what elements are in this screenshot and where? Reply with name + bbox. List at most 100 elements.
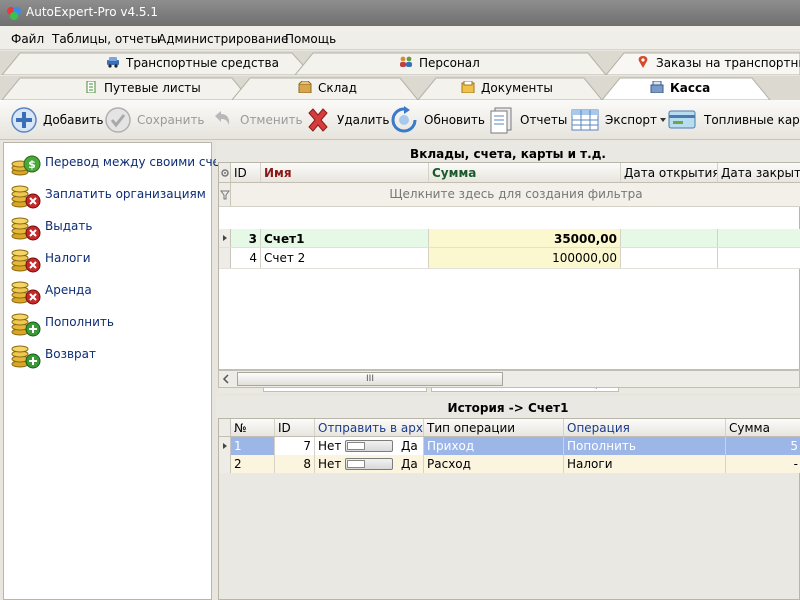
col-sum[interactable]: Сумма	[429, 163, 621, 182]
refresh-button[interactable]: Обновить	[389, 106, 485, 134]
reports-button[interactable]: Отчеты	[487, 106, 567, 134]
row-indicator	[219, 437, 231, 455]
refresh-label: Обновить	[424, 113, 485, 127]
checkmark-icon	[105, 107, 131, 133]
export-button[interactable]: Экспорт	[570, 106, 672, 134]
toggle-yes-label: Да	[401, 439, 418, 453]
tab-row-top: Транспортные средства Персонал Заказы на…	[0, 51, 800, 75]
tab-waybills[interactable]: Путевые листы	[84, 81, 201, 95]
menu-file[interactable]: Файл	[11, 32, 44, 46]
archive-toggle-cell[interactable]: Нет Да	[315, 455, 424, 473]
menu-help[interactable]: Помощь	[285, 32, 336, 46]
reports-icon	[490, 107, 512, 134]
tab-label: Касса	[670, 81, 711, 95]
sidebar-item-label: Выдать	[45, 219, 93, 233]
main-panel: Вклады, счета, карты и т.д. ID Имя Сумма…	[216, 140, 800, 600]
cell-name: Счет 2	[261, 248, 429, 268]
col-archive[interactable]: Отправить в архив	[315, 419, 424, 436]
menu-tables-reports[interactable]: Таблицы, отчеты	[52, 32, 160, 46]
cancel-button[interactable]: Отменить	[207, 106, 303, 134]
box-icon	[298, 81, 312, 93]
save-button[interactable]: Сохранить	[104, 106, 205, 134]
table-row[interactable]: 3 Счет1 35000,00	[219, 229, 800, 248]
col-open-date[interactable]: Дата открытия	[621, 163, 718, 182]
filter-row[interactable]: Щелкните здесь для создания фильтра	[219, 183, 800, 207]
tab-warehouse[interactable]: Склад	[298, 81, 357, 95]
sidebar-item-pay-organizations[interactable]: Заплатить организациям	[10, 178, 210, 209]
cell-sum: 35000,00	[429, 229, 621, 247]
tab-personnel[interactable]: Персонал	[399, 56, 480, 70]
title-bar: AutoExpert-Pro v4.5.1	[0, 0, 800, 26]
car-icon	[107, 57, 119, 68]
current-row-arrow-icon	[223, 235, 227, 241]
tab-transport-orders[interactable]: Заказы на транспортные усл	[636, 56, 800, 70]
table-row[interactable]: 4 Счет 2 100000,00	[219, 248, 800, 269]
cell-amount: 5	[790, 439, 798, 453]
menu-administration[interactable]: Администрирование	[158, 32, 288, 46]
accounts-title: Вклады, счета, карты и т.д.	[216, 142, 800, 164]
toggle-knob	[347, 460, 365, 468]
app-logo-icon	[7, 7, 21, 20]
cell-open-date	[621, 229, 718, 247]
col-id[interactable]: ID	[275, 419, 315, 436]
reports-label: Отчеты	[520, 113, 568, 127]
col-number[interactable]: №	[231, 419, 275, 436]
accounts-header: ID Имя Сумма Дата открытия Дата закрытия	[219, 163, 800, 183]
tab-documents[interactable]: Документы	[461, 81, 553, 95]
sidebar-item-issue[interactable]: Выдать	[10, 210, 210, 241]
tab-cashdesk[interactable]: Касса	[650, 81, 710, 95]
people-icon	[400, 56, 412, 67]
col-operation[interactable]: Операция	[564, 419, 726, 436]
coins-minus-icon	[11, 281, 41, 305]
history-grid: № ID Отправить в архив Тип операции Опер…	[218, 418, 800, 600]
row-indicator	[219, 229, 231, 247]
coins-dollar-icon: $	[11, 155, 41, 176]
add-button[interactable]: Добавить	[10, 106, 103, 134]
sidebar-item-transfer[interactable]: $ Перевод между своими счетами	[10, 146, 251, 176]
cell-id: 7	[275, 437, 315, 455]
tab-label: Транспортные средства	[126, 56, 279, 70]
archive-toggle[interactable]	[345, 458, 393, 470]
coins-minus-icon	[11, 249, 41, 273]
col-id[interactable]: ID	[231, 163, 261, 182]
col-operation-type[interactable]: Тип операции	[424, 419, 564, 436]
delete-button[interactable]: Удалить	[304, 106, 390, 134]
tab-vehicles[interactable]: Транспортные средства	[106, 56, 279, 70]
sidebar-item-rent[interactable]: Аренда	[10, 274, 210, 305]
scroll-left-icon[interactable]	[219, 371, 233, 387]
tab-label: Склад	[318, 81, 357, 95]
export-label: Экспорт	[605, 113, 658, 127]
history-header: № ID Отправить в архив Тип операции Опер…	[219, 419, 800, 437]
delete-label: Удалить	[337, 113, 390, 127]
col-amount[interactable]: Сумма	[726, 419, 800, 436]
sidebar-item-taxes[interactable]: Налоги	[10, 242, 210, 273]
operations-sidebar: $ Перевод между своими счетами Заплатить…	[3, 142, 251, 600]
cell-sum: 100000,00	[429, 248, 621, 268]
plus-icon	[11, 107, 37, 133]
sidebar-item-top-up[interactable]: Пополнить	[10, 306, 210, 337]
table-row[interactable]: 1 7 Нет Да Приход Пополнить 5	[219, 437, 800, 455]
waybill-icon	[86, 81, 96, 93]
archive-toggle-cell[interactable]: Нет Да	[315, 437, 424, 455]
filter-icon	[220, 190, 230, 200]
filter-indicator	[219, 183, 231, 206]
col-close-date[interactable]: Дата закрытия	[718, 163, 800, 182]
accounts-grid: ID Имя Сумма Дата открытия Дата закрытия…	[218, 162, 800, 393]
fuel-cards-button[interactable]: Топливные карты	[667, 106, 800, 134]
row-indicator	[219, 455, 231, 473]
header-indicator	[219, 419, 231, 436]
table-row[interactable]: 2 8 Нет Да Расход Налоги -	[219, 455, 800, 473]
cell-id: 4	[231, 248, 261, 268]
toggle-no-label: Нет	[318, 439, 342, 453]
horizontal-scrollbar[interactable]: III	[218, 370, 800, 388]
col-name[interactable]: Имя	[261, 163, 429, 182]
svg-text:$: $	[28, 158, 36, 171]
menu-bar: Файл Таблицы, отчеты Администрирование П…	[0, 26, 800, 50]
scroll-thumb[interactable]: III	[237, 372, 503, 386]
cancel-label: Отменить	[240, 113, 303, 127]
sidebar-item-label: Пополнить	[45, 315, 114, 329]
archive-toggle[interactable]	[345, 440, 393, 452]
sidebar-item-refund[interactable]: Возврат	[10, 338, 210, 369]
fuel-card-icon	[668, 110, 696, 129]
cell-amount: -	[793, 457, 798, 471]
